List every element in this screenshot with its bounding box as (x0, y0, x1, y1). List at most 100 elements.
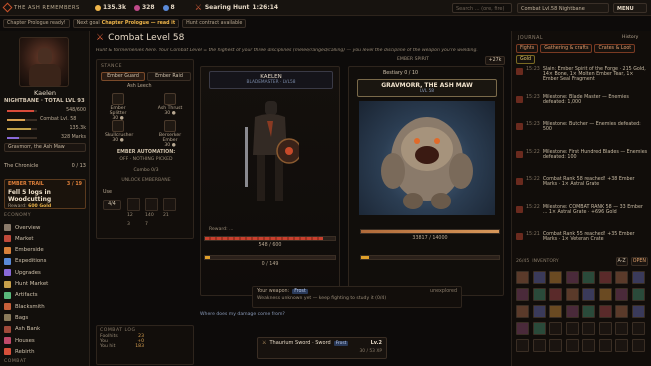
sort-button[interactable]: A-Z (615, 257, 628, 266)
inventory-slot[interactable] (615, 305, 628, 318)
inventory-slot[interactable] (532, 305, 546, 318)
next-goal-pill[interactable]: Next goal Chapter Prologue — read it (72, 19, 180, 28)
skill-ember-splitter[interactable]: Ember Splitter 30 ● (105, 93, 131, 121)
inventory-slot[interactable] (549, 271, 562, 284)
stat-value: 548/600 (66, 108, 86, 113)
equipped-weapon-card[interactable]: ⚔ Thaurium Sword · Sword Frost Lv.2 30 / 53… (257, 337, 387, 359)
ember-trail-card[interactable]: EMBER TRAIL 3 / 19 Fell 5 logs in Woodcut… (4, 179, 86, 209)
inventory-slot[interactable] (615, 271, 628, 284)
sidebar-item-bags[interactable]: Bags (4, 312, 86, 323)
logo-icon (2, 2, 13, 13)
inventory-slot[interactable] (631, 322, 645, 335)
nav-icon (4, 325, 11, 333)
automation-state[interactable]: OFF · NOTHING PICKED (101, 157, 191, 162)
journal-entry: 15:22 Combat Rank 58 reached! +38 Ember M… (516, 177, 648, 187)
skill-skullcrusher[interactable]: Skullcrusher 30 ● (105, 120, 133, 143)
sidebar-item-houses[interactable]: Houses (4, 335, 86, 346)
filter-gathering[interactable]: Gathering & crafts (540, 44, 593, 53)
inventory-slot[interactable] (516, 322, 529, 335)
sidebar-item-ash-bank[interactable]: Ash Bank (4, 324, 86, 335)
hunt-contract-pill[interactable]: Hunt contract available (182, 19, 247, 28)
unlock-emberbane[interactable]: UNLOCK EMBERBANE (101, 178, 191, 183)
sidebar-item-hunt-market[interactable]: Hunt Market (4, 279, 86, 290)
inventory-slot[interactable] (565, 305, 579, 318)
inventory-slot[interactable] (549, 339, 562, 352)
filter-fights[interactable]: Fights (516, 44, 539, 53)
sidebar-item-blacksmith[interactable]: Blacksmith (4, 301, 86, 312)
damage-help-link[interactable]: Where does my damage come from? (200, 312, 285, 317)
inventory-slot[interactable] (631, 305, 645, 318)
inventory-slot[interactable] (598, 322, 612, 335)
inventory-slot[interactable] (582, 339, 595, 352)
sidebar-item-expeditions[interactable]: Expeditions (4, 256, 86, 267)
open-button[interactable]: OPEN (630, 257, 648, 266)
inventory-slot[interactable] (631, 288, 645, 301)
sidebar-item-rebirth[interactable]: Rebirth (4, 346, 86, 357)
bestiary-counter[interactable]: Bestiary 0 / 10 (383, 71, 418, 76)
inventory-slot[interactable] (565, 339, 579, 352)
stance-ash-leech[interactable]: Ash Leech (127, 84, 152, 89)
sidebar-item-overview[interactable]: Overview (4, 222, 86, 233)
sidebar-item-artifacts[interactable]: Artifacts (4, 290, 86, 301)
inventory-slot[interactable] (565, 288, 579, 301)
inventory-slot[interactable] (516, 339, 529, 352)
consumable-slot[interactable] (127, 198, 140, 211)
consumable-slot[interactable] (163, 198, 176, 211)
inventory-slot[interactable] (615, 322, 628, 335)
inventory-slot[interactable] (516, 271, 529, 284)
inventory-slot[interactable] (565, 322, 579, 335)
zone-badge[interactable]: Gravmorr, the Ash Maw (4, 143, 86, 152)
inventory-slot[interactable] (598, 288, 612, 301)
inventory-slot[interactable] (598, 305, 612, 318)
entry-text: Combat Rank 58 reached! +38 Ember Marks … (542, 177, 635, 187)
inventory-slot[interactable] (532, 288, 546, 301)
search-input[interactable]: Search ... (ore, fire) (452, 3, 512, 13)
inventory-slot[interactable] (532, 271, 546, 284)
inventory-slot[interactable] (615, 288, 628, 301)
inventory-slot[interactable] (549, 322, 562, 335)
inventory-slot[interactable] (565, 271, 579, 284)
sidebar-item-upgrades[interactable]: Upgrades (4, 267, 86, 278)
inventory-slot[interactable] (582, 305, 595, 318)
inventory-slot[interactable] (582, 271, 595, 284)
loot-chip[interactable]: +27k (485, 56, 505, 65)
history-button[interactable]: History (622, 35, 638, 40)
essence-counter[interactable]: 8 (162, 4, 175, 11)
filter-crates[interactable]: Crates & Loot (594, 44, 636, 53)
sidebar-item-market[interactable]: Market (4, 233, 86, 244)
gem-counter[interactable]: 328 (133, 4, 155, 11)
notification-bar: Chapter Prologue ready! Next goal Chapter… (0, 17, 651, 30)
inventory-slot[interactable] (516, 305, 529, 318)
combat-level-tag[interactable]: Combat Lvl.58 Nightbane (517, 3, 609, 13)
avatar[interactable] (19, 37, 69, 87)
player-hp-bar (204, 236, 336, 241)
stat-hp: 548/600 (4, 107, 86, 114)
inventory-slot[interactable] (631, 339, 645, 352)
gold-counter[interactable]: 135.3k (95, 4, 126, 11)
app-logo[interactable]: THE ASH REMEMBERS (0, 2, 95, 13)
filter-gold[interactable]: Gold (516, 55, 536, 64)
chronicle-link[interactable]: The Chronicle 0 / 13 (4, 163, 86, 169)
inventory-slot[interactable] (582, 322, 595, 335)
skill-berserker-ember[interactable]: Berserker Ember 30 ● (157, 120, 183, 148)
inventory-slot[interactable] (532, 322, 546, 335)
stance-ember-raid[interactable]: Ember Raid (147, 72, 191, 81)
inventory-slot[interactable] (631, 271, 645, 284)
consumable-slot[interactable] (145, 198, 158, 211)
skill-ash-thrust[interactable]: Ash Thrust 30 ● (157, 93, 183, 116)
inventory-slot[interactable] (615, 339, 628, 352)
inventory-slot[interactable] (598, 339, 612, 352)
inventory-slot[interactable] (549, 305, 562, 318)
inventory-slot[interactable] (549, 288, 562, 301)
inventory-slot[interactable] (532, 339, 546, 352)
inventory-slot[interactable] (598, 271, 612, 284)
inventory-slot[interactable] (582, 288, 595, 301)
inventory-slot[interactable] (516, 288, 529, 301)
stance-ember-guard[interactable]: Ember Guard (101, 72, 145, 81)
menu-button[interactable]: MENU (613, 3, 647, 13)
consumable-slot[interactable]: 4/4 (103, 200, 121, 210)
stat-bar (7, 136, 37, 139)
sidebar-item-emberside[interactable]: Emberside (4, 245, 86, 256)
chapter-ready-pill[interactable]: Chapter Prologue ready! (3, 19, 70, 28)
hunt-timer[interactable]: ⚔ Searing Hunt 1:26:14 (195, 3, 278, 12)
